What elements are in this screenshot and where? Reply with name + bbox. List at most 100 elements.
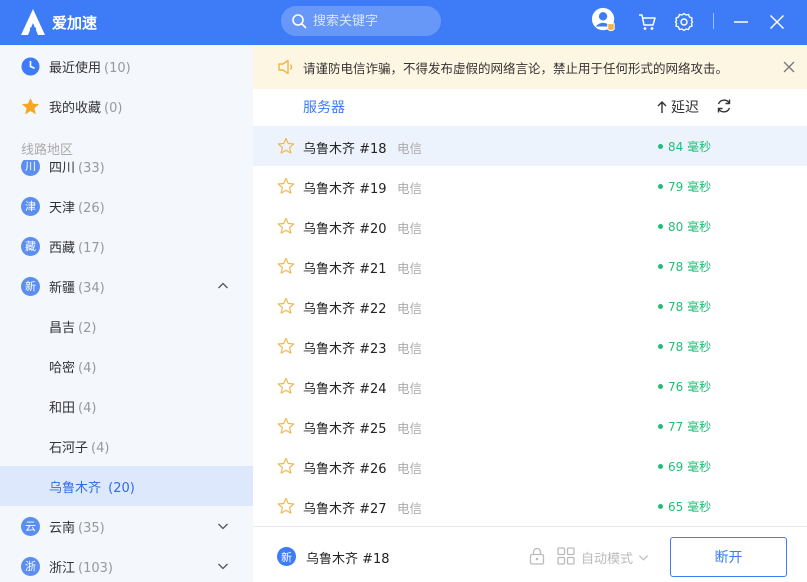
disconnect-button[interactable]: 断开	[670, 537, 787, 577]
cart-icon	[639, 14, 656, 30]
star-outline-icon[interactable]	[277, 217, 295, 235]
server-latency: 65 毫秒	[668, 500, 712, 514]
sidebar-item-count: (4)	[78, 360, 97, 376]
server-latency: 77 毫秒	[668, 420, 712, 434]
sidebar-item-label: 昌吉	[49, 320, 76, 336]
sidebar-item-region[interactable]: 浙 浙江 (103)	[0, 546, 253, 582]
server-isp: 电信	[397, 261, 423, 276]
server-row[interactable]: 乌鲁木齐 #23 电信 78 毫秒	[253, 326, 807, 366]
title-bar: 爱加速	[0, 0, 807, 45]
server-isp: 电信	[397, 381, 423, 396]
region-badge: 川	[21, 160, 40, 176]
star-outline-icon[interactable]	[277, 177, 295, 195]
star-outline-icon[interactable]	[277, 257, 295, 275]
server-name: 乌鲁木齐 #24	[303, 382, 387, 397]
star-outline-icon[interactable]	[277, 297, 295, 315]
status-dot	[658, 304, 663, 309]
server-name: 乌鲁木齐 #23	[303, 342, 387, 357]
star-outline-icon[interactable]	[277, 137, 295, 155]
chevron-down-icon	[218, 523, 228, 530]
cart-button[interactable]	[634, 9, 660, 35]
sidebar-item-region-expanded[interactable]: 新 新疆 (34)	[0, 266, 253, 306]
server-latency: 78 毫秒	[668, 340, 712, 354]
refresh-icon[interactable]	[715, 97, 733, 115]
sidebar-item-label: 石河子	[49, 440, 89, 456]
sidebar-item-recent[interactable]: 最近使用 (10)	[0, 46, 253, 86]
sidebar-subitem[interactable]: 昌吉 (2)	[0, 306, 253, 346]
region-badge: 津	[21, 196, 40, 216]
status-dot	[658, 144, 663, 149]
server-latency: 78 毫秒	[668, 260, 712, 274]
sidebar-item-count: (0)	[104, 100, 123, 116]
sidebar-item-label: 乌鲁木齐	[49, 480, 102, 496]
star-outline-icon[interactable]	[277, 457, 295, 475]
sidebar-item-label: 云南	[49, 520, 76, 536]
minimize-icon	[734, 21, 748, 23]
sidebar-item-region[interactable]: 津 天津 (26)	[0, 186, 253, 226]
mode-label: 自动模式	[581, 552, 634, 567]
server-isp: 电信	[397, 221, 423, 236]
latency-sort-button[interactable]: 延迟	[656, 97, 699, 117]
current-server-label: 乌鲁木齐 #18	[306, 552, 390, 567]
gear-icon	[674, 12, 694, 32]
sidebar-item-region[interactable]: 云 云南 (35)	[0, 506, 253, 546]
star-outline-icon[interactable]	[277, 497, 295, 515]
server-row[interactable]: 乌鲁木齐 #22 电信 78 毫秒	[253, 286, 807, 326]
clock-icon	[21, 57, 40, 75]
server-row[interactable]: 乌鲁木齐 #21 电信 78 毫秒	[253, 246, 807, 286]
avatar-icon	[591, 7, 615, 32]
chevron-up-icon	[218, 282, 228, 289]
search-icon	[292, 14, 307, 29]
sidebar-subitem[interactable]: 石河子 (4)	[0, 426, 253, 466]
grid-icon	[557, 547, 575, 565]
sidebar-item-favorites[interactable]: 我的收藏 (0)	[0, 86, 253, 126]
star-outline-icon[interactable]	[277, 337, 295, 355]
status-dot	[658, 424, 663, 429]
server-latency: 79 毫秒	[668, 180, 712, 194]
server-column-header[interactable]: 服务器	[303, 97, 345, 117]
server-name: 乌鲁木齐 #19	[303, 182, 387, 197]
sidebar-item-label: 最近使用	[49, 60, 102, 76]
sidebar-item-count: (26)	[78, 200, 105, 216]
server-row[interactable]: 乌鲁木齐 #24 电信 76 毫秒	[253, 366, 807, 406]
minimize-button[interactable]	[728, 9, 754, 35]
server-name: 乌鲁木齐 #25	[303, 422, 387, 437]
server-isp: 电信	[397, 501, 423, 516]
notice-bar: 请谨防电信诈骗，不得发布虚假的网络言论，禁止用于任何形式的网络攻击。	[253, 45, 807, 89]
server-isp: 电信	[397, 461, 423, 476]
chevron-down-icon	[218, 563, 228, 570]
server-isp: 电信	[397, 301, 423, 316]
sidebar-item-region[interactable]: 藏 西藏 (17)	[0, 226, 253, 266]
star-filled-icon	[21, 97, 40, 114]
mode-dropdown[interactable]: 自动模式	[581, 548, 649, 567]
server-row[interactable]: 乌鲁木齐 #18 电信 84 毫秒	[253, 126, 807, 166]
server-name: 乌鲁木齐 #21	[303, 262, 387, 277]
chevron-down-icon	[638, 555, 649, 561]
close-notice-icon[interactable]	[783, 61, 795, 73]
sidebar-subitem[interactable]: 哈密 (4)	[0, 346, 253, 386]
arrow-up-icon	[657, 101, 667, 113]
star-outline-icon[interactable]	[277, 417, 295, 435]
server-row[interactable]: 乌鲁木齐 #26 电信 69 毫秒	[253, 446, 807, 486]
sidebar-item-count: (4)	[91, 440, 110, 456]
sidebar-subitem[interactable]: 和田 (4)	[0, 386, 253, 426]
status-dot	[658, 344, 663, 349]
sidebar-subitem-selected[interactable]: 乌鲁木齐 (20)	[0, 466, 253, 506]
server-row[interactable]: 乌鲁木齐 #27 电信 65 毫秒	[253, 486, 807, 526]
close-icon	[769, 14, 785, 30]
server-row[interactable]: 乌鲁木齐 #19 电信 79 毫秒	[253, 166, 807, 206]
lock-icon[interactable]	[529, 547, 545, 565]
star-outline-icon[interactable]	[277, 377, 295, 395]
status-dot	[658, 264, 663, 269]
server-row[interactable]: 乌鲁木齐 #25 电信 77 毫秒	[253, 406, 807, 446]
user-avatar-button[interactable]	[591, 7, 617, 33]
search-box[interactable]	[281, 6, 441, 36]
server-row[interactable]: 乌鲁木齐 #20 电信 80 毫秒	[253, 206, 807, 246]
server-name: 乌鲁木齐 #26	[303, 462, 387, 477]
sidebar: 最近使用 (10) 我的收藏 (0) 线路地区 川 四川 (33) 津 天津 (26) …	[0, 45, 253, 582]
speaker-icon	[278, 59, 293, 75]
close-window-button[interactable]	[764, 9, 790, 35]
search-input[interactable]	[313, 13, 433, 29]
settings-button[interactable]	[671, 9, 697, 35]
sidebar-item-label: 浙江	[49, 560, 76, 576]
